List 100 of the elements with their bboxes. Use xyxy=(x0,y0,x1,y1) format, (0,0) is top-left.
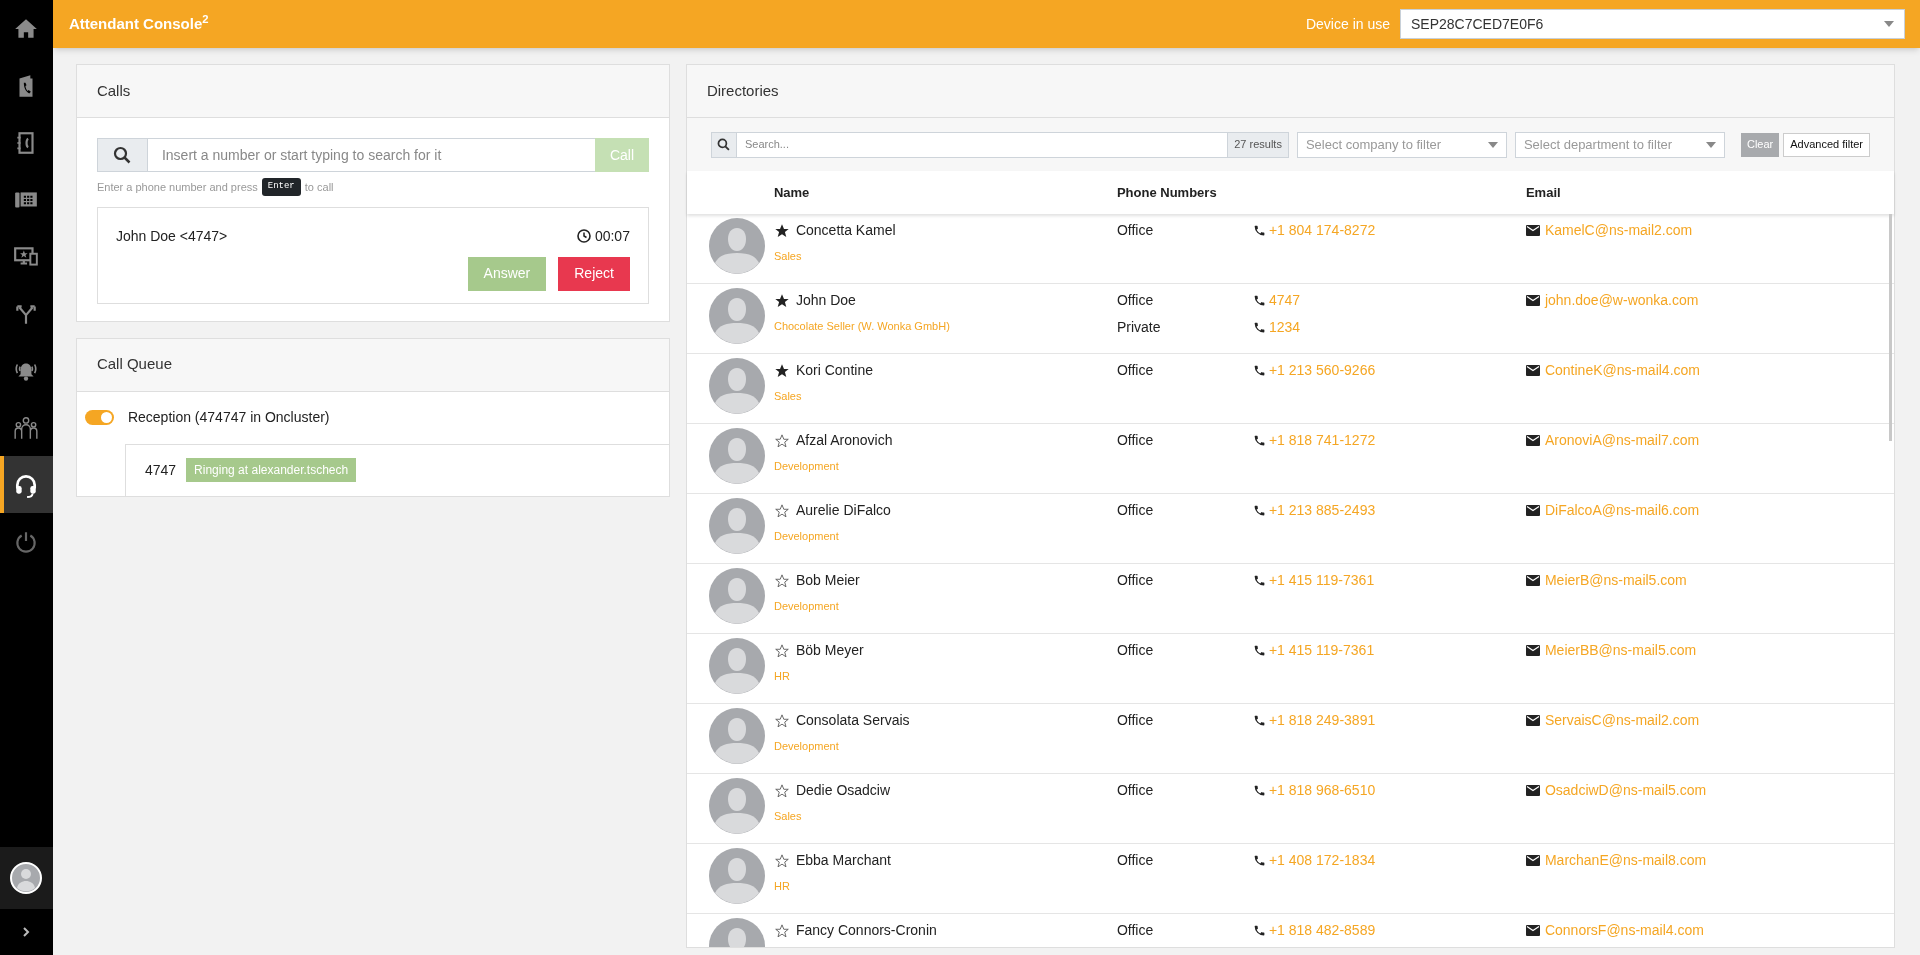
envelope-icon xyxy=(1525,925,1540,936)
star-icon[interactable] xyxy=(773,292,790,309)
phone-icon xyxy=(1252,364,1266,377)
dial-field[interactable]: Insert a number or start typing to search for it xyxy=(147,138,595,172)
phone-type: Office xyxy=(1116,571,1155,590)
answer-button[interactable]: Answer xyxy=(467,256,547,291)
contact-name: Bob Meier xyxy=(795,571,860,590)
advanced-filter-button[interactable]: Advanced filter xyxy=(1783,132,1870,157)
email-link[interactable]: MeierBB@ns-mail5.com xyxy=(1544,640,1697,661)
envelope-icon xyxy=(1525,435,1540,446)
department-label: Development xyxy=(773,459,840,474)
email-link[interactable]: john.doe@w-wonka.com xyxy=(1544,290,1699,311)
phone-icon xyxy=(1252,224,1266,237)
company-filter[interactable]: Select company to filter xyxy=(1296,131,1507,158)
department-label: HR xyxy=(773,879,791,894)
sidebar-item[interactable] xyxy=(0,456,53,513)
device-select[interactable]: SEP28C7CED7E0F6 xyxy=(1400,9,1905,39)
email-link[interactable]: OsadciwD@ns-mail5.com xyxy=(1544,780,1707,801)
phone-link[interactable]: +1 408 172-1834 xyxy=(1268,850,1376,871)
phone-type: Private xyxy=(1116,318,1162,337)
star-icon[interactable] xyxy=(773,502,790,519)
phone-link[interactable]: 4747 xyxy=(1268,290,1301,311)
phone-link[interactable]: +1 818 741-1272 xyxy=(1268,430,1376,451)
phone-type: Office xyxy=(1116,431,1155,450)
star-icon[interactable] xyxy=(773,922,790,939)
star-icon[interactable] xyxy=(773,782,790,799)
search-field[interactable]: Search... xyxy=(736,131,1228,158)
email-link[interactable]: MarchanE@ns-mail8.com xyxy=(1544,850,1707,871)
app-title: Attendant Console$^{2}$ xyxy=(68,12,209,34)
reject-button[interactable]: Reject xyxy=(558,256,630,291)
envelope-icon xyxy=(1525,715,1540,726)
contact-name: John Doe xyxy=(795,291,856,310)
call-duration: 00:07 xyxy=(594,226,630,246)
search-icon xyxy=(717,138,731,151)
phone-icon xyxy=(1252,714,1266,727)
phone-link[interactable]: +1 213 560-9266 xyxy=(1268,360,1376,381)
contact-name: Concetta Kamel xyxy=(795,221,896,240)
phone-type: Office xyxy=(1116,921,1155,940)
department-label: HR xyxy=(773,669,791,684)
phone-link[interactable]: +1 818 249-3891 xyxy=(1268,710,1376,731)
envelope-icon xyxy=(1525,645,1540,656)
phone-icon xyxy=(1252,924,1266,937)
user-avatar-icon[interactable] xyxy=(10,862,43,894)
status-badge: Ringing at alexander.tschech xyxy=(186,458,357,482)
star-icon[interactable] xyxy=(773,642,790,659)
email-link[interactable]: MeierB@ns-mail5.com xyxy=(1544,570,1687,591)
email-link[interactable]: DiFalcoA@ns-mail6.com xyxy=(1544,500,1700,521)
avatar-icon xyxy=(708,288,765,344)
phone-icon xyxy=(1252,784,1266,797)
phone-link[interactable]: +1 818 482-8589 xyxy=(1268,920,1376,941)
phone-icon xyxy=(1252,434,1266,447)
star-icon[interactable] xyxy=(773,712,790,729)
avatar-icon xyxy=(708,218,765,274)
phone-link[interactable]: +1 213 885-2493 xyxy=(1268,500,1376,521)
scrollbar[interactable] xyxy=(1889,214,1892,441)
clear-button[interactable]: Clear xyxy=(1740,132,1780,157)
email-link[interactable]: ConnorsF@ns-mail4.com xyxy=(1544,920,1704,941)
star-icon[interactable] xyxy=(773,572,790,589)
envelope-icon xyxy=(1525,365,1540,376)
column-header: Phone Numbers xyxy=(1116,183,1218,202)
avatar-icon xyxy=(708,428,765,484)
caller-number: 4747 xyxy=(144,460,177,480)
contact-name: Ebba Marchant xyxy=(795,851,891,870)
phone-link[interactable]: +1 804 174-8272 xyxy=(1268,220,1376,241)
star-icon[interactable] xyxy=(773,362,790,379)
search-icon xyxy=(113,146,132,164)
phone-link[interactable]: +1 818 968-6510 xyxy=(1268,780,1376,801)
phone-type: Office xyxy=(1116,781,1155,800)
toggle-switch[interactable] xyxy=(84,410,114,425)
panel-title: Directories xyxy=(706,80,779,101)
chevron-right-icon[interactable] xyxy=(22,926,31,938)
star-icon[interactable] xyxy=(773,852,790,869)
caret-down-icon xyxy=(1705,141,1716,148)
caret-down-icon xyxy=(1487,141,1498,148)
email-link[interactable]: ContineK@ns-mail4.com xyxy=(1544,360,1700,381)
department-label: Development xyxy=(773,599,840,614)
phone-link[interactable]: +1 415 119-7361 xyxy=(1268,640,1375,661)
results-count: 27 results xyxy=(1227,131,1289,158)
call-button[interactable]: Call xyxy=(594,138,649,172)
phone-link[interactable]: +1 415 119-7361 xyxy=(1268,570,1375,591)
enter-key: Enter xyxy=(261,178,301,196)
people-icon xyxy=(13,414,40,441)
department-label: Sales xyxy=(773,249,803,264)
email-link[interactable]: AronoviA@ns-mail7.com xyxy=(1544,430,1700,451)
email-link[interactable]: KamelC@ns-mail2.com xyxy=(1544,220,1693,241)
phone-icon xyxy=(1252,294,1266,307)
star-icon[interactable] xyxy=(773,432,790,449)
panel-title: Call Queue xyxy=(96,354,172,375)
phone-icon xyxy=(1252,504,1266,517)
envelope-icon xyxy=(1525,575,1540,586)
contact-name: Böb Meyer xyxy=(795,641,864,660)
phone-icon xyxy=(1252,321,1266,334)
hint-text: to call xyxy=(304,179,334,195)
star-icon[interactable] xyxy=(773,222,790,239)
phone-link[interactable]: 1234 xyxy=(1268,317,1301,338)
hint-text: Enter a phone number and press xyxy=(96,179,258,195)
avatar-icon xyxy=(708,638,765,694)
department-filter[interactable]: Select department to filter xyxy=(1514,131,1725,158)
column-header: Name xyxy=(773,183,811,202)
email-link[interactable]: ServaisC@ns-mail2.com xyxy=(1544,710,1700,731)
